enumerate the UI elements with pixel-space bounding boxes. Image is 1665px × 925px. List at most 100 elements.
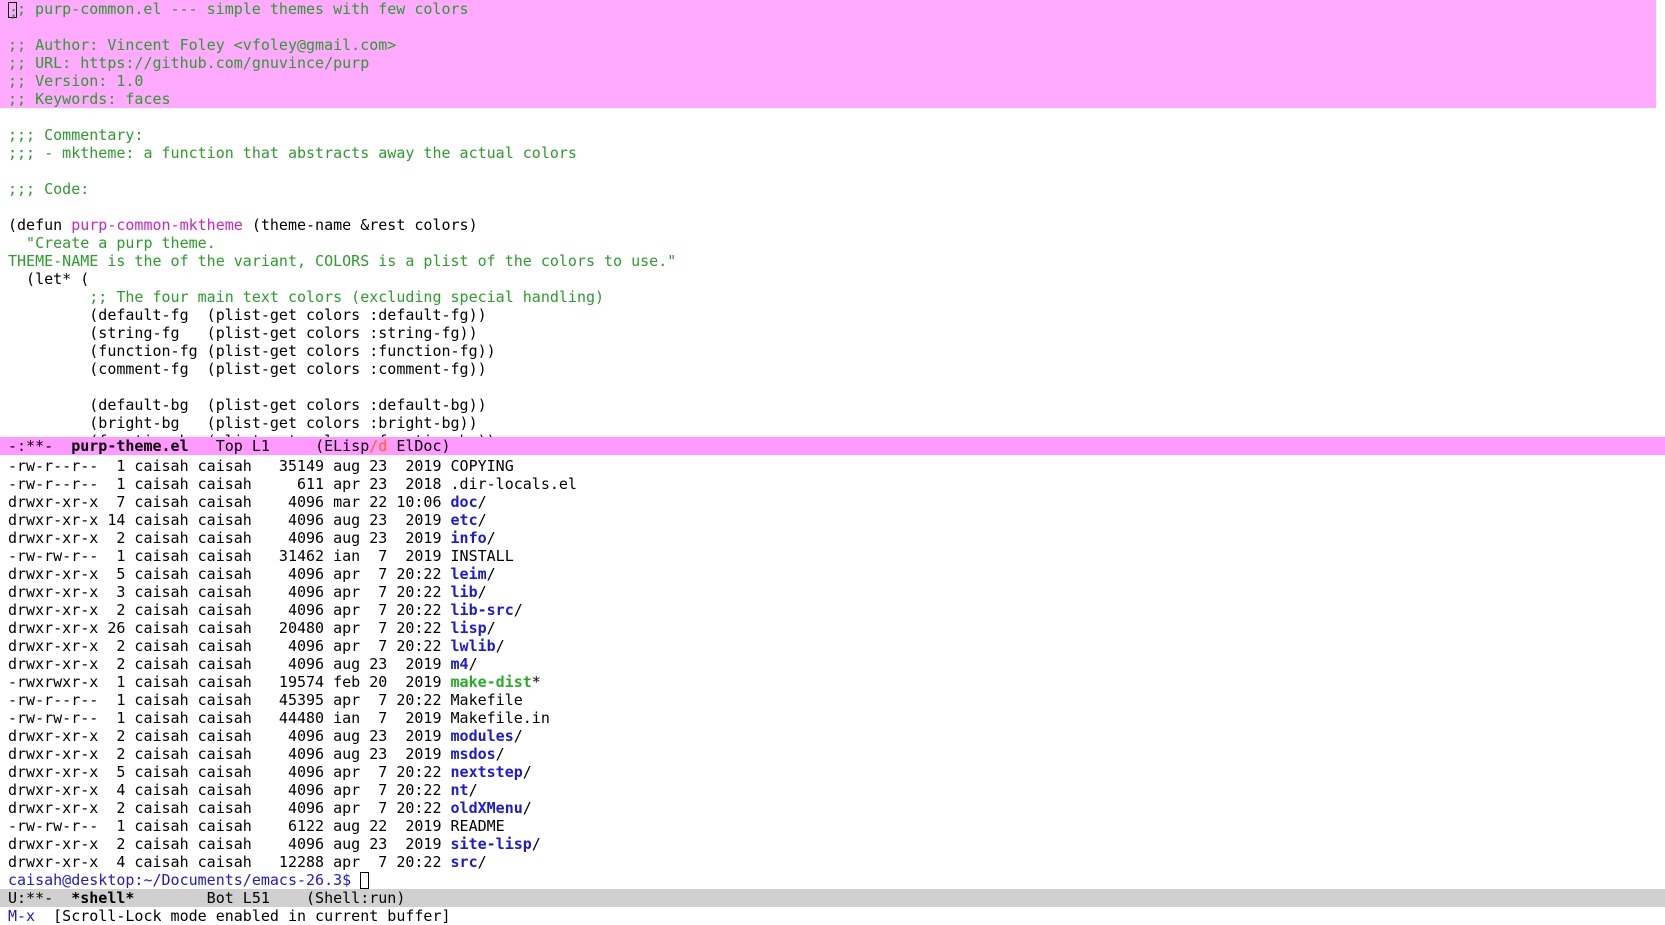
directory-name[interactable]: lisp: [451, 619, 487, 637]
listing-row: drwxr-xr-x 26 caisah caisah 20480 apr 7 …: [0, 619, 1665, 637]
file-meta: drwxr-xr-x 2 caisah caisah 4096 aug 23 2…: [8, 745, 451, 763]
minibuffer-message: [Scroll-Lock mode enabled in current buf…: [35, 907, 451, 925]
directory-name[interactable]: doc: [451, 493, 478, 511]
directory-name[interactable]: nextstep: [451, 763, 523, 781]
commentary-heading: ;;; Commentary:: [8, 126, 144, 144]
let-binding-line: (bright-bg (plist-get colors :bright-bg)…: [8, 414, 478, 432]
name-suffix: /: [468, 781, 478, 799]
mode-line-shell[interactable]: U:**- *shell* Bot L51 (Shell:run): [0, 889, 1665, 907]
let-binding-line: [0, 378, 1665, 396]
listing-row: drwxr-xr-x 2 caisah caisah 4096 aug 23 2…: [0, 835, 1665, 853]
directory-name[interactable]: lwlib: [451, 637, 496, 655]
listing-row: -rw-rw-r-- 1 caisah caisah 31462 ian 7 2…: [0, 547, 1665, 565]
listing-row: -rwxrwxr-x 1 caisah caisah 19574 feb 20 …: [0, 673, 1665, 691]
listing-row: -rw-rw-r-- 1 caisah caisah 44480 ian 7 2…: [0, 709, 1665, 727]
buffer-position: Bot L51: [134, 889, 307, 907]
file-meta: drwxr-xr-x 5 caisah caisah 4096 apr 7 20…: [8, 763, 451, 781]
buffer-status: U:**-: [8, 889, 72, 907]
directory-name[interactable]: src: [451, 853, 478, 871]
executable-name[interactable]: make-dist: [451, 673, 532, 691]
let-binding-line: (string-fg (plist-get colors :string-fg)…: [8, 324, 478, 342]
keywords-line: ;; Keywords: faces: [0, 90, 1656, 108]
directory-name[interactable]: lib: [451, 583, 478, 601]
directory-name[interactable]: info: [451, 529, 487, 547]
directory-name[interactable]: site-lisp: [451, 835, 532, 853]
file-meta: -rw-r--r-- 1 caisah caisah 611 apr 23 20…: [8, 475, 451, 493]
listing-row: -rw-r--r-- 1 caisah caisah 611 apr 23 20…: [0, 475, 1665, 493]
directory-name[interactable]: m4: [451, 655, 469, 673]
file-meta: drwxr-xr-x 14 caisah caisah 4096 aug 23 …: [8, 511, 451, 529]
file-meta: -rw-r--r-- 1 caisah caisah 45395 apr 7 2…: [8, 691, 451, 709]
listing-row: drwxr-xr-x 2 caisah caisah 4096 aug 23 2…: [0, 529, 1665, 547]
major-mode[interactable]: (Shell:run): [306, 889, 405, 907]
listing-row: drwxr-xr-x 4 caisah caisah 4096 apr 7 20…: [0, 781, 1665, 799]
listing-row: drwxr-xr-x 2 caisah caisah 4096 aug 23 2…: [0, 727, 1665, 745]
listing-row: drwxr-xr-x 2 caisah caisah 4096 aug 23 2…: [0, 745, 1665, 763]
minor-mode[interactable]: ElDoc): [387, 437, 450, 455]
file-name[interactable]: Makefile: [451, 691, 523, 709]
file-meta: drwxr-xr-x 2 caisah caisah 4096 aug 23 2…: [8, 655, 451, 673]
directory-name[interactable]: lib-src: [451, 601, 514, 619]
name-suffix: /: [486, 619, 496, 637]
listing-row: drwxr-xr-x 14 caisah caisah 4096 aug 23 …: [0, 511, 1665, 529]
docstring-line: "Create a purp theme.: [8, 234, 216, 252]
listing-row: drwxr-xr-x 7 caisah caisah 4096 mar 22 1…: [0, 493, 1665, 511]
file-meta: drwxr-xr-x 2 caisah caisah 4096 aug 23 2…: [8, 727, 451, 745]
file-meta: drwxr-xr-x 2 caisah caisah 4096 aug 23 2…: [8, 529, 451, 547]
author-line: ;; Author: Vincent Foley <vfoley@gmail.c…: [0, 36, 1656, 54]
mode-line-editor[interactable]: -:**- purp-theme.el Top L1 (ELisp/d ElDo…: [0, 437, 1665, 455]
file-name[interactable]: COPYING: [451, 457, 514, 475]
listing-row: -rw-r--r-- 1 caisah caisah 45395 apr 7 2…: [0, 691, 1665, 709]
file-meta: drwxr-xr-x 4 caisah caisah 12288 apr 7 2…: [8, 853, 451, 871]
text-cursor: ;: [8, 1, 19, 21]
defun-keyword: (defun: [8, 216, 72, 234]
listing-row: drwxr-xr-x 5 caisah caisah 4096 apr 7 20…: [0, 763, 1665, 781]
file-meta: -rw-rw-r-- 1 caisah caisah 31462 ian 7 2…: [8, 547, 451, 565]
directory-name[interactable]: leim: [451, 565, 487, 583]
directory-name[interactable]: nt: [451, 781, 469, 799]
file-meta: drwxr-xr-x 7 caisah caisah 4096 mar 22 1…: [8, 493, 451, 511]
shell-pane[interactable]: -rw-r--r-- 1 caisah caisah 35149 aug 23 …: [0, 457, 1665, 889]
name-suffix: /: [522, 763, 532, 781]
let-binding-line: (comment-fg (plist-get colors :comment-f…: [8, 360, 487, 378]
code-editor-pane[interactable]: ;; purp-common.el --- simple themes with…: [0, 0, 1665, 437]
shell-prompt-line[interactable]: caisah@desktop:~/Documents/emacs-26.3$: [0, 871, 1665, 889]
file-meta: -rwxrwxr-x 1 caisah caisah 19574 feb 20 …: [8, 673, 451, 691]
name-suffix: /: [513, 727, 523, 745]
directory-name[interactable]: oldXMenu: [451, 799, 523, 817]
defun-args: (theme-name &rest colors): [242, 216, 478, 234]
file-name[interactable]: .dir-locals.el: [451, 475, 577, 493]
listing-row: drwxr-xr-x 4 caisah caisah 12288 apr 7 2…: [0, 853, 1665, 871]
file-meta: drwxr-xr-x 26 caisah caisah 20480 apr 7 …: [8, 619, 451, 637]
name-suffix: /: [486, 565, 496, 583]
major-mode[interactable]: (ELisp: [315, 437, 369, 455]
listing-row: -rw-rw-r-- 1 caisah caisah 6122 aug 22 2…: [0, 817, 1665, 835]
listing-row: drwxr-xr-x 2 caisah caisah 4096 apr 7 20…: [0, 637, 1665, 655]
listing-row: drwxr-xr-x 2 caisah caisah 4096 apr 7 20…: [0, 799, 1665, 817]
file-name[interactable]: README: [451, 817, 505, 835]
file-name[interactable]: INSTALL: [451, 547, 514, 565]
file-meta: drwxr-xr-x 2 caisah caisah 4096 apr 7 20…: [8, 799, 451, 817]
url-line: ;; URL: https://github.com/gnuvince/purp: [0, 54, 1656, 72]
let-line: (let* (: [8, 270, 90, 288]
code-heading: ;;; Code:: [8, 180, 90, 198]
directory-name[interactable]: modules: [451, 727, 514, 745]
buffer-name[interactable]: purp-theme.el: [71, 437, 188, 455]
name-suffix: /: [477, 493, 487, 511]
name-suffix: /: [477, 511, 487, 529]
directory-name[interactable]: msdos: [451, 745, 496, 763]
mx-prompt: M-x: [8, 907, 36, 925]
file-meta: drwxr-xr-x 5 caisah caisah 4096 apr 7 20…: [8, 565, 451, 583]
file-meta: drwxr-xr-x 2 caisah caisah 4096 apr 7 20…: [8, 601, 451, 619]
buffer-position: Top L1: [188, 437, 316, 455]
buffer-name[interactable]: *shell*: [71, 889, 134, 907]
minibuffer[interactable]: M-x [Scroll-Lock mode enabled in current…: [0, 907, 1665, 925]
let-binding-line: (default-fg (plist-get colors :default-f…: [8, 306, 487, 324]
listing-row: drwxr-xr-x 2 caisah caisah 4096 apr 7 20…: [0, 601, 1665, 619]
file-meta: drwxr-xr-x 4 caisah caisah 4096 apr 7 20…: [8, 781, 451, 799]
directory-name[interactable]: etc: [451, 511, 478, 529]
file-name[interactable]: Makefile.in: [451, 709, 550, 727]
name-suffix: /: [468, 655, 478, 673]
